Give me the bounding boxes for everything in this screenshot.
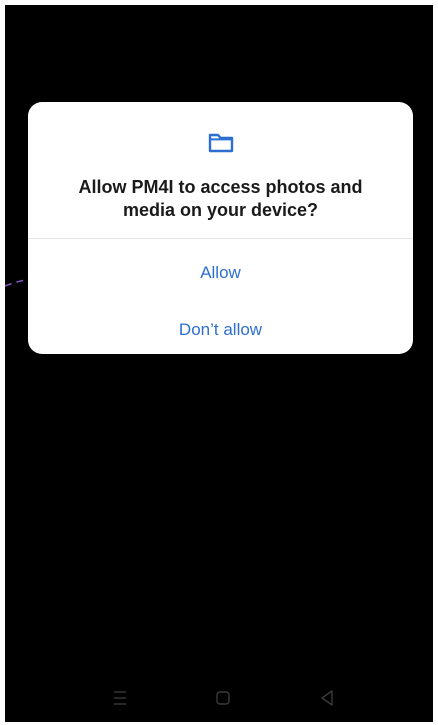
navigation-bar: [5, 678, 433, 722]
home-icon[interactable]: [211, 686, 235, 710]
folder-icon: [208, 132, 234, 154]
back-icon[interactable]: [315, 686, 339, 710]
dont-allow-button[interactable]: Don’t allow: [28, 308, 413, 352]
menu-icon[interactable]: [108, 686, 132, 710]
phone-screen: Allow PM4I to access photos and media on…: [5, 5, 433, 722]
dialog-divider: [28, 238, 413, 239]
dialog-title: Allow PM4I to access photos and media on…: [78, 177, 363, 220]
allow-button[interactable]: Allow: [28, 251, 413, 295]
permission-dialog: Allow PM4I to access photos and media on…: [28, 102, 413, 354]
